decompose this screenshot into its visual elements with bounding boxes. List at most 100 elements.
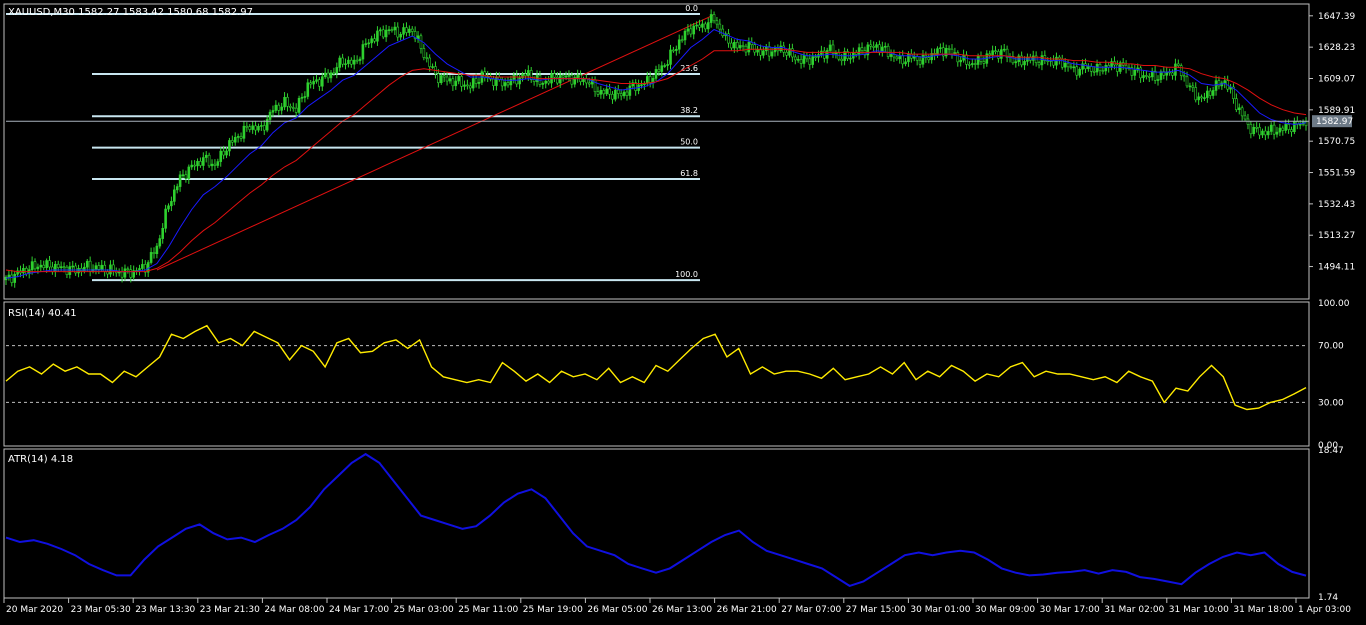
candle-body (291, 107, 295, 109)
candle-body (1174, 63, 1177, 76)
candle-body (384, 29, 388, 38)
candle-body (422, 48, 426, 58)
candle-body (379, 29, 382, 32)
candle-body (1182, 75, 1186, 78)
candle-body (706, 22, 710, 30)
candle-body (454, 80, 458, 87)
chart-canvas[interactable]: 0.0 23.6 38.2 50.0 61.8 100.0 1647.39 1628.23 1… (0, 0, 1366, 621)
time-tick-label: 23 Mar 13:30 (135, 605, 195, 615)
candle-body (286, 97, 289, 107)
candle-body (347, 59, 350, 65)
candle-body (216, 161, 220, 166)
candle-body (1258, 127, 1261, 136)
candle-body (335, 67, 339, 74)
candle-body (178, 174, 182, 187)
candle-body (1206, 90, 1209, 98)
candle-body (437, 73, 440, 84)
candle-body (869, 44, 873, 47)
candle-body (1037, 62, 1041, 66)
candle-body (1275, 131, 1279, 135)
candle-body (376, 30, 379, 42)
candle-body (1095, 63, 1099, 73)
candle-body (254, 125, 257, 131)
candle-body (759, 49, 762, 56)
candle-body (62, 266, 66, 268)
candle-body (329, 72, 333, 79)
candle-body (405, 27, 408, 33)
fib-level-label: 50.0 (680, 138, 698, 147)
candle-body (187, 166, 191, 180)
candle-body (1287, 124, 1290, 130)
candle-body (1278, 127, 1282, 133)
candle-body (344, 63, 347, 66)
candle-body (1266, 131, 1270, 136)
candle-body (1156, 79, 1160, 81)
candle-body (56, 263, 60, 268)
candle-body (22, 268, 25, 274)
candle-body (431, 66, 434, 68)
candle-body (886, 45, 890, 57)
candle-body (326, 72, 330, 79)
candle-body (860, 47, 864, 51)
candle-body (370, 38, 373, 44)
candle-body (698, 24, 701, 28)
candle-body (303, 96, 307, 98)
candle-body (1116, 64, 1119, 72)
time-tick-label: 30 Mar 09:00 (975, 605, 1035, 615)
current-price-label: 1582.97 (1316, 117, 1353, 127)
candle-body (553, 73, 556, 78)
trading-chart[interactable]: 0.0 23.6 38.2 50.0 61.8 100.0 1647.39 1628.23 1… (0, 0, 1366, 621)
candle-body (718, 23, 722, 30)
candle-body (1293, 121, 1296, 133)
candle-body (1087, 66, 1090, 70)
candle-body (605, 88, 608, 95)
candle-body (59, 266, 63, 268)
candle-body (280, 106, 283, 111)
price-tick-label: 1513.27 (1318, 231, 1355, 241)
time-tick-label: 26 Mar 13:00 (652, 605, 712, 615)
rsi-panel-title: RSI(14) 40.41 (8, 308, 77, 319)
time-tick-label: 23 Mar 21:30 (200, 605, 260, 615)
candle-body (164, 208, 167, 229)
candle-body (561, 75, 565, 78)
candle-body (283, 97, 286, 108)
candle-body (793, 56, 797, 61)
candle-body (408, 28, 411, 33)
candle-body (968, 64, 971, 66)
candle-body (242, 125, 246, 139)
candle-body (294, 107, 298, 113)
candle-body (277, 104, 281, 111)
candle-body (997, 51, 1000, 59)
candle-body (1101, 70, 1105, 72)
candle-body (895, 56, 899, 60)
candle-body (1252, 126, 1256, 135)
candle-body (547, 80, 550, 84)
candle-body (738, 45, 742, 49)
candle-body (257, 125, 260, 131)
candle-body (611, 93, 614, 100)
candle-body (1031, 55, 1035, 61)
candle-body (120, 271, 124, 278)
candle-body (889, 54, 893, 57)
candle-body (425, 57, 429, 59)
candle-body (715, 20, 719, 25)
candle-body (167, 205, 170, 210)
candle-body (747, 42, 751, 53)
candle-body (468, 85, 472, 89)
candle-body (149, 252, 153, 263)
candle-body (1084, 63, 1087, 70)
candle-body (477, 82, 481, 84)
candle-body (1261, 130, 1264, 136)
candle-body (181, 174, 185, 177)
candle-body (204, 154, 208, 158)
candle-body (875, 44, 878, 48)
candle-body (1177, 63, 1180, 66)
candle-body (660, 65, 664, 72)
candle-body (1023, 61, 1026, 66)
candle-body (762, 50, 765, 56)
fib-level-label: 38.2 (680, 106, 698, 115)
candle-body (68, 266, 72, 275)
candle-body (976, 55, 980, 65)
candle-body (233, 137, 237, 143)
candle-body (663, 65, 667, 67)
